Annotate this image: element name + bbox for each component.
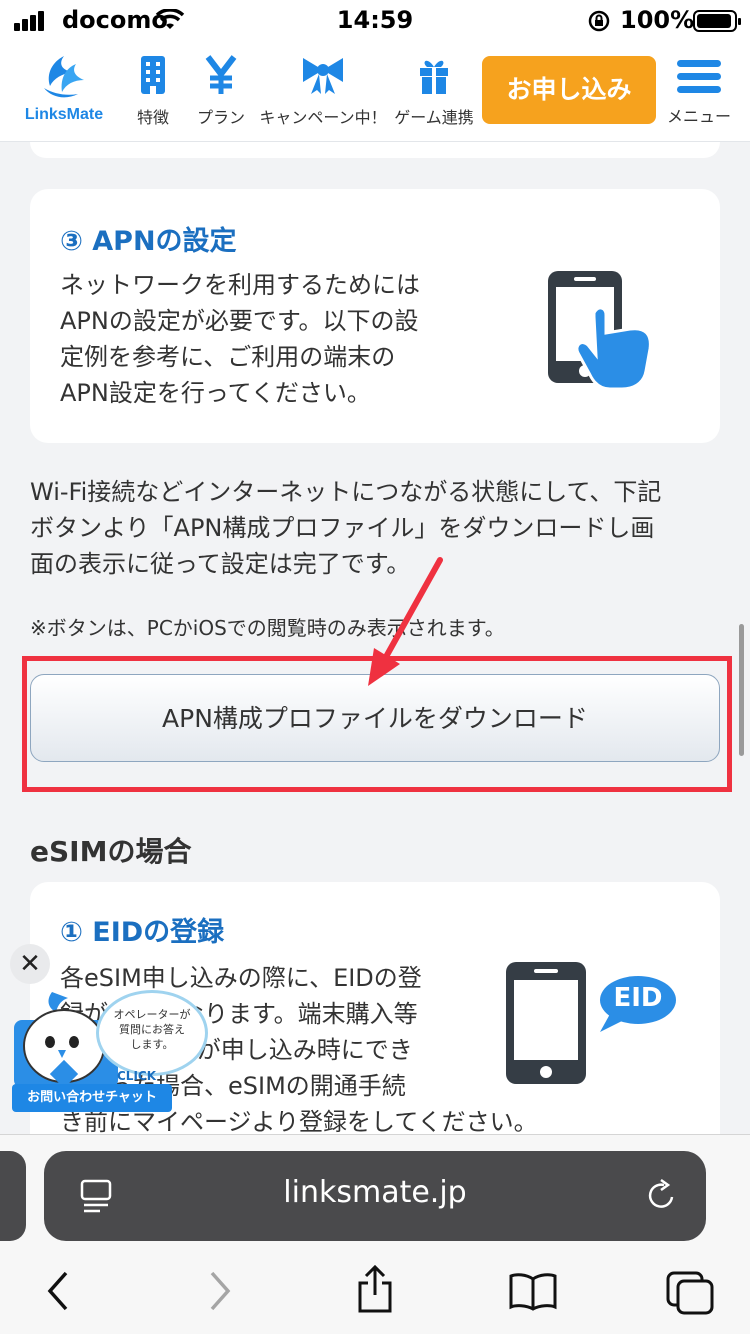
chat-widget[interactable]: オペレーターが 質問にお答え します。 CLICK お問い合わせチャット <box>12 990 208 1120</box>
esim-heading: eSIMの場合 <box>30 835 192 868</box>
nav-label: 特徴 <box>136 108 169 127</box>
bubble-line: します。 <box>130 1038 174 1051</box>
logo-mark-icon <box>44 56 84 98</box>
nav-features[interactable]: 特徴 <box>128 54 178 128</box>
text-line: APNの設定が必要です。以下の設 <box>60 307 419 335</box>
battery-icon <box>693 10 741 32</box>
text-line: ボタンより「APN構成プロファイル」をダウンロードし画 <box>30 514 655 542</box>
nav-game-link[interactable]: ゲーム連携 <box>392 54 476 128</box>
eid-bubble-icon: EID <box>596 974 678 1040</box>
logo[interactable]: LinksMate <box>12 52 116 124</box>
forward-icon[interactable] <box>204 1271 234 1311</box>
nav-campaign[interactable]: キャンペーン中！ <box>258 54 388 128</box>
nav-label: キャンペーン中！ <box>259 108 387 127</box>
scrollbar[interactable] <box>739 624 744 756</box>
text-line: 面の表示に従って設定は完了です。 <box>30 550 411 578</box>
eid-badge: EID <box>613 983 663 1013</box>
back-icon[interactable] <box>44 1271 74 1311</box>
site-header: LinksMate 特徴 プラン キャンペーン中！ ゲーム連携 お申し込み メニ… <box>0 42 750 142</box>
browser-toolbar: linksmate.jp <box>0 1134 750 1334</box>
phone-tap-icon <box>548 271 652 391</box>
yen-icon <box>205 55 237 94</box>
apply-button[interactable]: お申し込み <box>482 56 656 124</box>
bubble-line: オペレーターが <box>113 1008 191 1021</box>
status-bar: docomo 14:59 100% <box>0 0 750 42</box>
rotation-lock-icon <box>588 10 610 32</box>
chat-close-button[interactable]: ✕ <box>10 944 50 984</box>
text-line: APN設定を行ってください。 <box>60 379 371 407</box>
bookmarks-icon[interactable] <box>508 1271 558 1311</box>
text-line: Wi-Fi接続などインターネットにつながる状態にして、下記 <box>30 478 662 506</box>
previous-card-bottom <box>30 142 720 158</box>
nav-plan[interactable]: プラン <box>192 54 250 128</box>
apn-card-text: ネットワークを利用するためには APNの設定が必要です。以下の設 定例を参考に、… <box>60 267 420 411</box>
chat-click-text: CLICK <box>117 1069 157 1083</box>
text-line: 定例を参考に、ご利用の端末の <box>60 343 396 371</box>
nav-label: ゲーム連携 <box>394 108 474 127</box>
ribbon-icon <box>303 58 343 94</box>
eid-card-title: ① EIDの登録 <box>60 917 225 948</box>
apn-card: ③ APNの設定 ネットワークを利用するためには APNの設定が必要です。以下の… <box>30 189 720 443</box>
building-icon <box>141 56 165 94</box>
previous-tab-pill[interactable] <box>0 1151 26 1241</box>
instruction-text: Wi-Fi接続などインターネットにつながる状態にして、下記 ボタンより「APN構… <box>30 474 661 582</box>
chat-bubble: オペレーターが 質問にお答え します。 <box>96 990 208 1076</box>
phone-icon <box>506 962 586 1084</box>
bubble-line: 質問にお答え <box>119 1023 185 1036</box>
address-bar[interactable]: linksmate.jp <box>44 1151 706 1241</box>
tabs-icon[interactable] <box>666 1271 714 1315</box>
hamburger-icon <box>664 60 734 93</box>
battery-percent: 100% <box>620 6 695 34</box>
logo-text: LinksMate <box>24 106 104 123</box>
share-icon[interactable] <box>354 1265 396 1315</box>
reload-icon[interactable] <box>646 1179 678 1213</box>
url-text: linksmate.jp <box>283 1175 467 1210</box>
chat-label: お問い合わせチャット <box>12 1084 172 1112</box>
menu-label: メニュー <box>666 107 731 126</box>
gift-icon <box>420 60 448 94</box>
apn-card-title: ③ APNの設定 <box>60 226 237 257</box>
text-line: ネットワークを利用するためには <box>60 271 420 299</box>
annotation-arrow-icon <box>368 557 443 686</box>
menu-button[interactable]: メニュー <box>664 60 734 127</box>
nav-label: プラン <box>196 108 245 127</box>
